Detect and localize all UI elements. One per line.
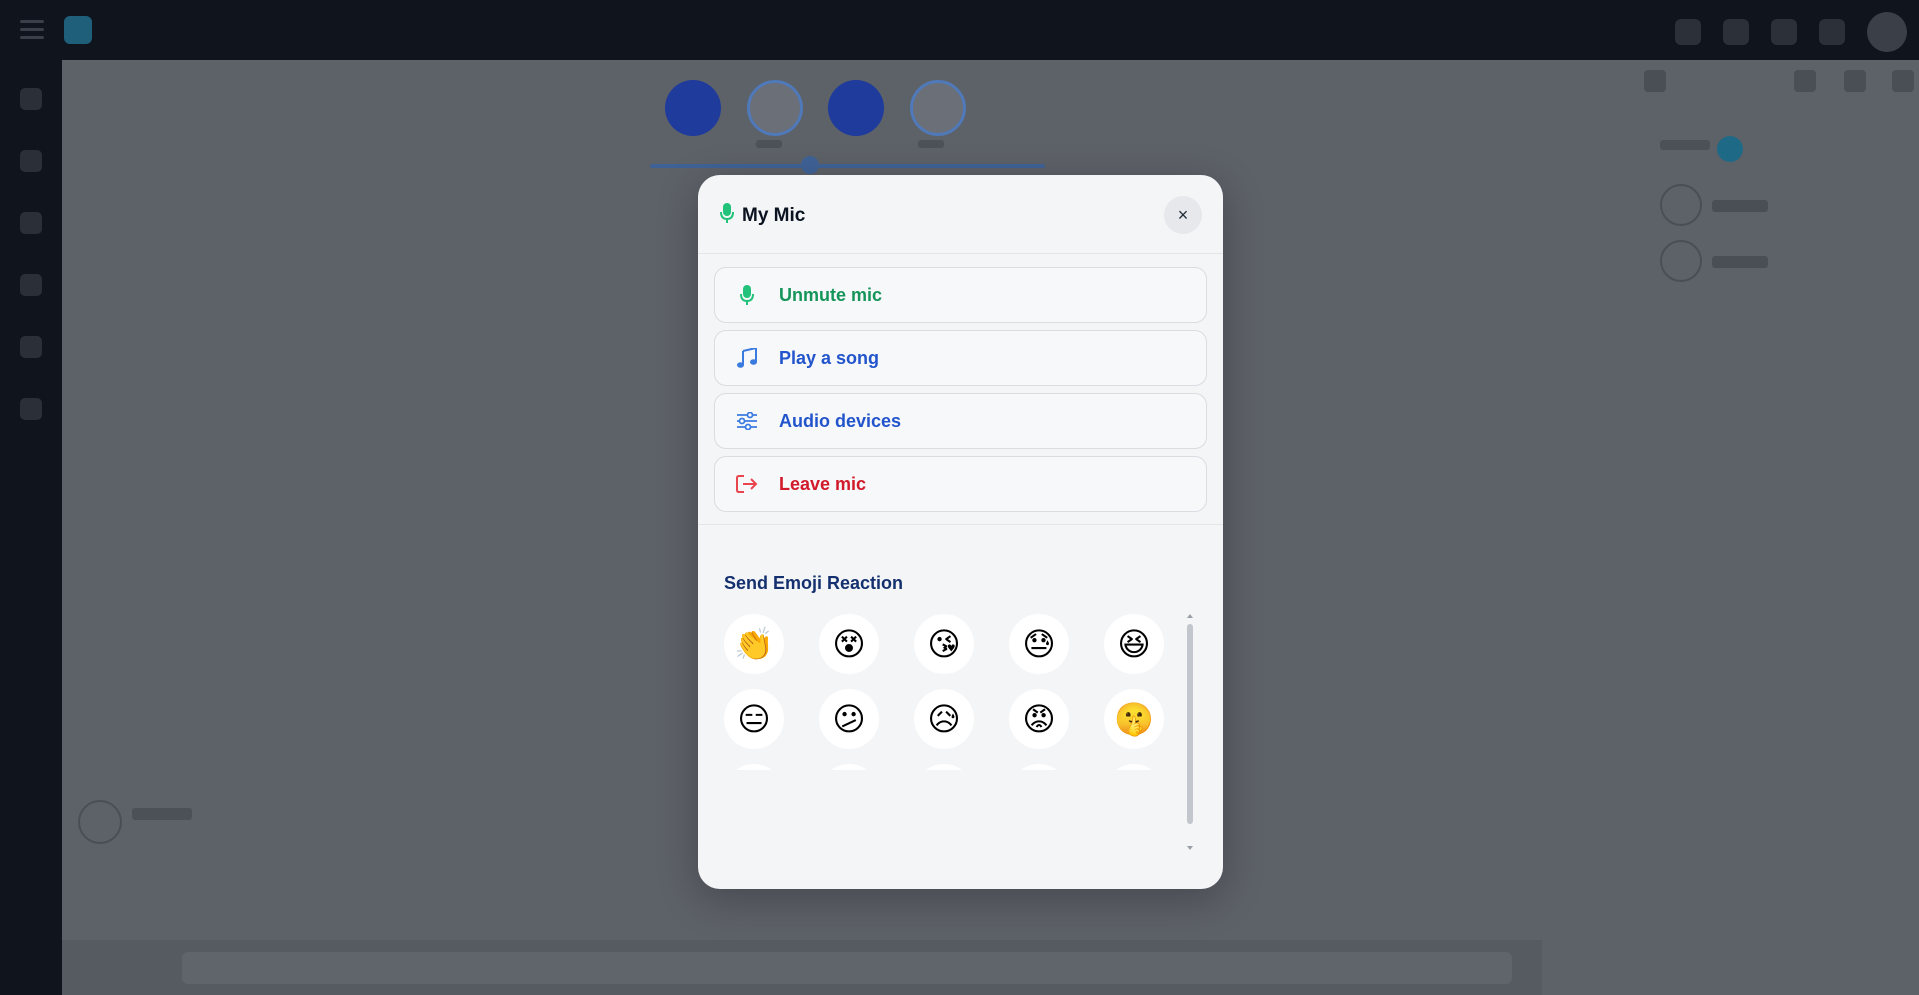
emoji-scrollbar[interactable] <box>1187 614 1193 850</box>
user-add-icon[interactable] <box>1723 19 1749 45</box>
bell-icon[interactable] <box>1771 19 1797 45</box>
right-panel <box>1582 60 1919 995</box>
sliders-icon <box>735 409 759 433</box>
emoji-button[interactable]: 😓 <box>1009 614 1069 674</box>
scroll-thumb[interactable] <box>1187 624 1193 824</box>
top-actions <box>1675 12 1907 52</box>
close-button[interactable]: × <box>1164 196 1202 234</box>
chat-author <box>132 808 192 820</box>
star-icon[interactable] <box>20 336 42 358</box>
speaker-seat[interactable] <box>665 80 721 136</box>
emoji-button[interactable]: 😑 <box>724 689 784 749</box>
panel-tab[interactable] <box>1844 70 1866 92</box>
heart-icon[interactable] <box>20 398 42 420</box>
home-icon[interactable] <box>20 88 42 110</box>
modal-title: My Mic <box>720 203 805 228</box>
message-composer <box>62 940 1542 995</box>
unmute-mic-button[interactable]: Unmute mic <box>714 267 1207 323</box>
side-nav <box>0 60 62 995</box>
speaker-label <box>756 140 782 148</box>
scroll-down-icon[interactable] <box>1187 846 1193 850</box>
emoji-section-title: Send Emoji Reaction <box>724 573 904 593</box>
chat-hint <box>82 895 332 917</box>
play-song-button[interactable]: Play a song <box>714 330 1207 386</box>
emoji-button[interactable]: 😕 <box>819 689 879 749</box>
menu-icon[interactable] <box>20 20 44 40</box>
emoji-button[interactable]: 😵 <box>819 614 879 674</box>
message-input[interactable] <box>182 952 1512 984</box>
music-note-icon <box>735 346 759 370</box>
online-count-badge <box>1717 136 1743 162</box>
panel-tab[interactable] <box>1892 70 1914 92</box>
mic-actions: Unmute mic Play a song Audio devices Lea… <box>698 254 1223 525</box>
stage-indicator <box>801 156 819 174</box>
brand-logo-icon <box>64 16 92 44</box>
emoji-button[interactable]: 😊 <box>914 764 974 770</box>
feed-icon[interactable] <box>20 150 42 172</box>
online-user-name <box>1712 200 1768 212</box>
emoji-reaction-section: Send Emoji Reaction 👏 😵 😘 😓 😆 😑 😕 😥 😡 🤫 … <box>698 525 1223 850</box>
online-user-avatar[interactable] <box>1660 240 1702 282</box>
emoji-button[interactable]: 😡 <box>1009 689 1069 749</box>
emoji-button[interactable]: 😘 <box>914 614 974 674</box>
emoji-button[interactable]: 😗 <box>1104 764 1164 770</box>
emoji-grid: 👏 😵 😘 😓 😆 😑 😕 😥 😡 🤫 😴 😍 😊 🤔 😗 <box>724 614 1164 770</box>
play-song-label: Play a song <box>779 347 880 368</box>
emoji-button[interactable]: 😥 <box>914 689 974 749</box>
microphone-icon <box>735 283 759 307</box>
chat-icon[interactable] <box>20 212 42 234</box>
emoji-button[interactable]: 👏 <box>724 614 784 674</box>
speaker-seat[interactable] <box>747 80 803 136</box>
modal-header: My Mic × <box>698 175 1223 254</box>
leave-mic-button[interactable]: Leave mic <box>714 456 1207 512</box>
brand <box>64 16 100 44</box>
stage-divider <box>650 164 1045 168</box>
audio-devices-label: Audio devices <box>779 410 902 431</box>
emoji-button[interactable]: 🤔 <box>1009 764 1069 770</box>
leave-mic-label: Leave mic <box>779 473 867 494</box>
emoji-button[interactable]: 🤫 <box>1104 689 1164 749</box>
speaker-label <box>918 140 944 148</box>
online-label <box>1660 140 1710 150</box>
speaker-seat[interactable] <box>828 80 884 136</box>
trophy-icon[interactable] <box>20 274 42 296</box>
microphone-icon <box>720 203 734 228</box>
panel-tab[interactable] <box>1794 70 1816 92</box>
online-user-avatar[interactable] <box>1660 184 1702 226</box>
online-user-name <box>1712 256 1768 268</box>
audio-devices-button[interactable]: Audio devices <box>714 393 1207 449</box>
avatar[interactable] <box>1867 12 1907 52</box>
flag-icon[interactable] <box>1819 19 1845 45</box>
emoji-button[interactable]: 😴 <box>724 764 784 770</box>
emoji-button[interactable]: 😍 <box>819 764 879 770</box>
chat-avatar <box>78 800 122 844</box>
scroll-up-icon[interactable] <box>1187 614 1193 618</box>
my-mic-modal: My Mic × Unmute mic Play a song Audio de… <box>698 175 1223 889</box>
top-bar <box>0 0 1919 60</box>
emoji-button[interactable]: 😆 <box>1104 614 1164 674</box>
unmute-mic-label: Unmute mic <box>779 284 883 305</box>
panel-tab[interactable] <box>1644 70 1666 92</box>
close-icon: × <box>1177 204 1189 225</box>
modal-title-text: My Mic <box>742 204 806 226</box>
speaker-seat[interactable] <box>910 80 966 136</box>
leave-icon <box>735 472 759 496</box>
mail-icon[interactable] <box>1675 19 1701 45</box>
